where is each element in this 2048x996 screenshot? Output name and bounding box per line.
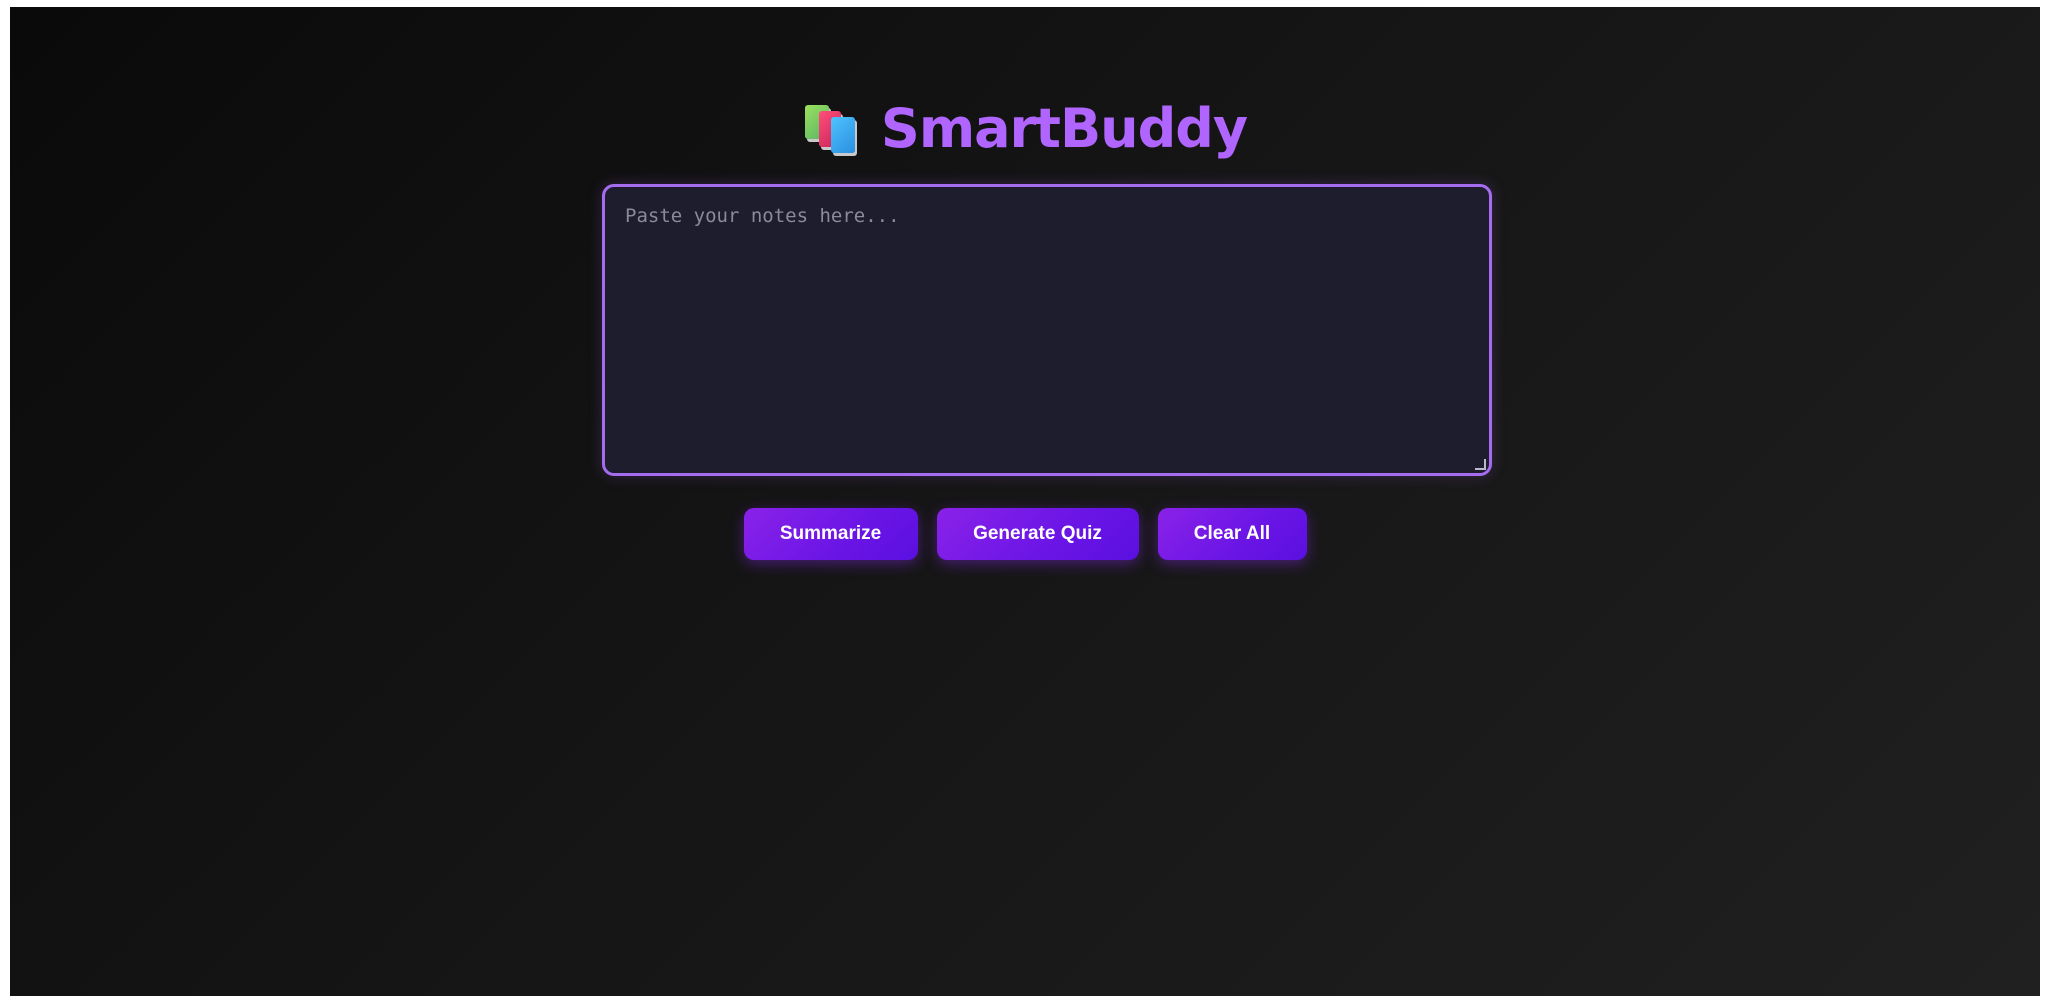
app-viewport: SmartBuddy Summarize Generate Quiz Clear…	[10, 7, 2040, 996]
generate-quiz-button[interactable]: Generate Quiz	[936, 508, 1139, 560]
clear-all-button[interactable]: Clear All	[1157, 508, 1307, 560]
smartbuddy-app: SmartBuddy Summarize Generate Quiz Clear…	[10, 7, 2040, 996]
action-buttons: Summarize Generate Quiz Clear All	[10, 508, 2040, 560]
books-icon	[803, 103, 861, 155]
header: SmartBuddy	[10, 93, 2040, 165]
resize-handle[interactable]	[1475, 459, 1486, 470]
app-title: SmartBuddy	[880, 97, 1248, 160]
notes-field	[602, 184, 1492, 476]
notes-input[interactable]	[605, 187, 1489, 473]
blue-book-shape	[830, 117, 855, 153]
summarize-button[interactable]: Summarize	[743, 508, 918, 560]
